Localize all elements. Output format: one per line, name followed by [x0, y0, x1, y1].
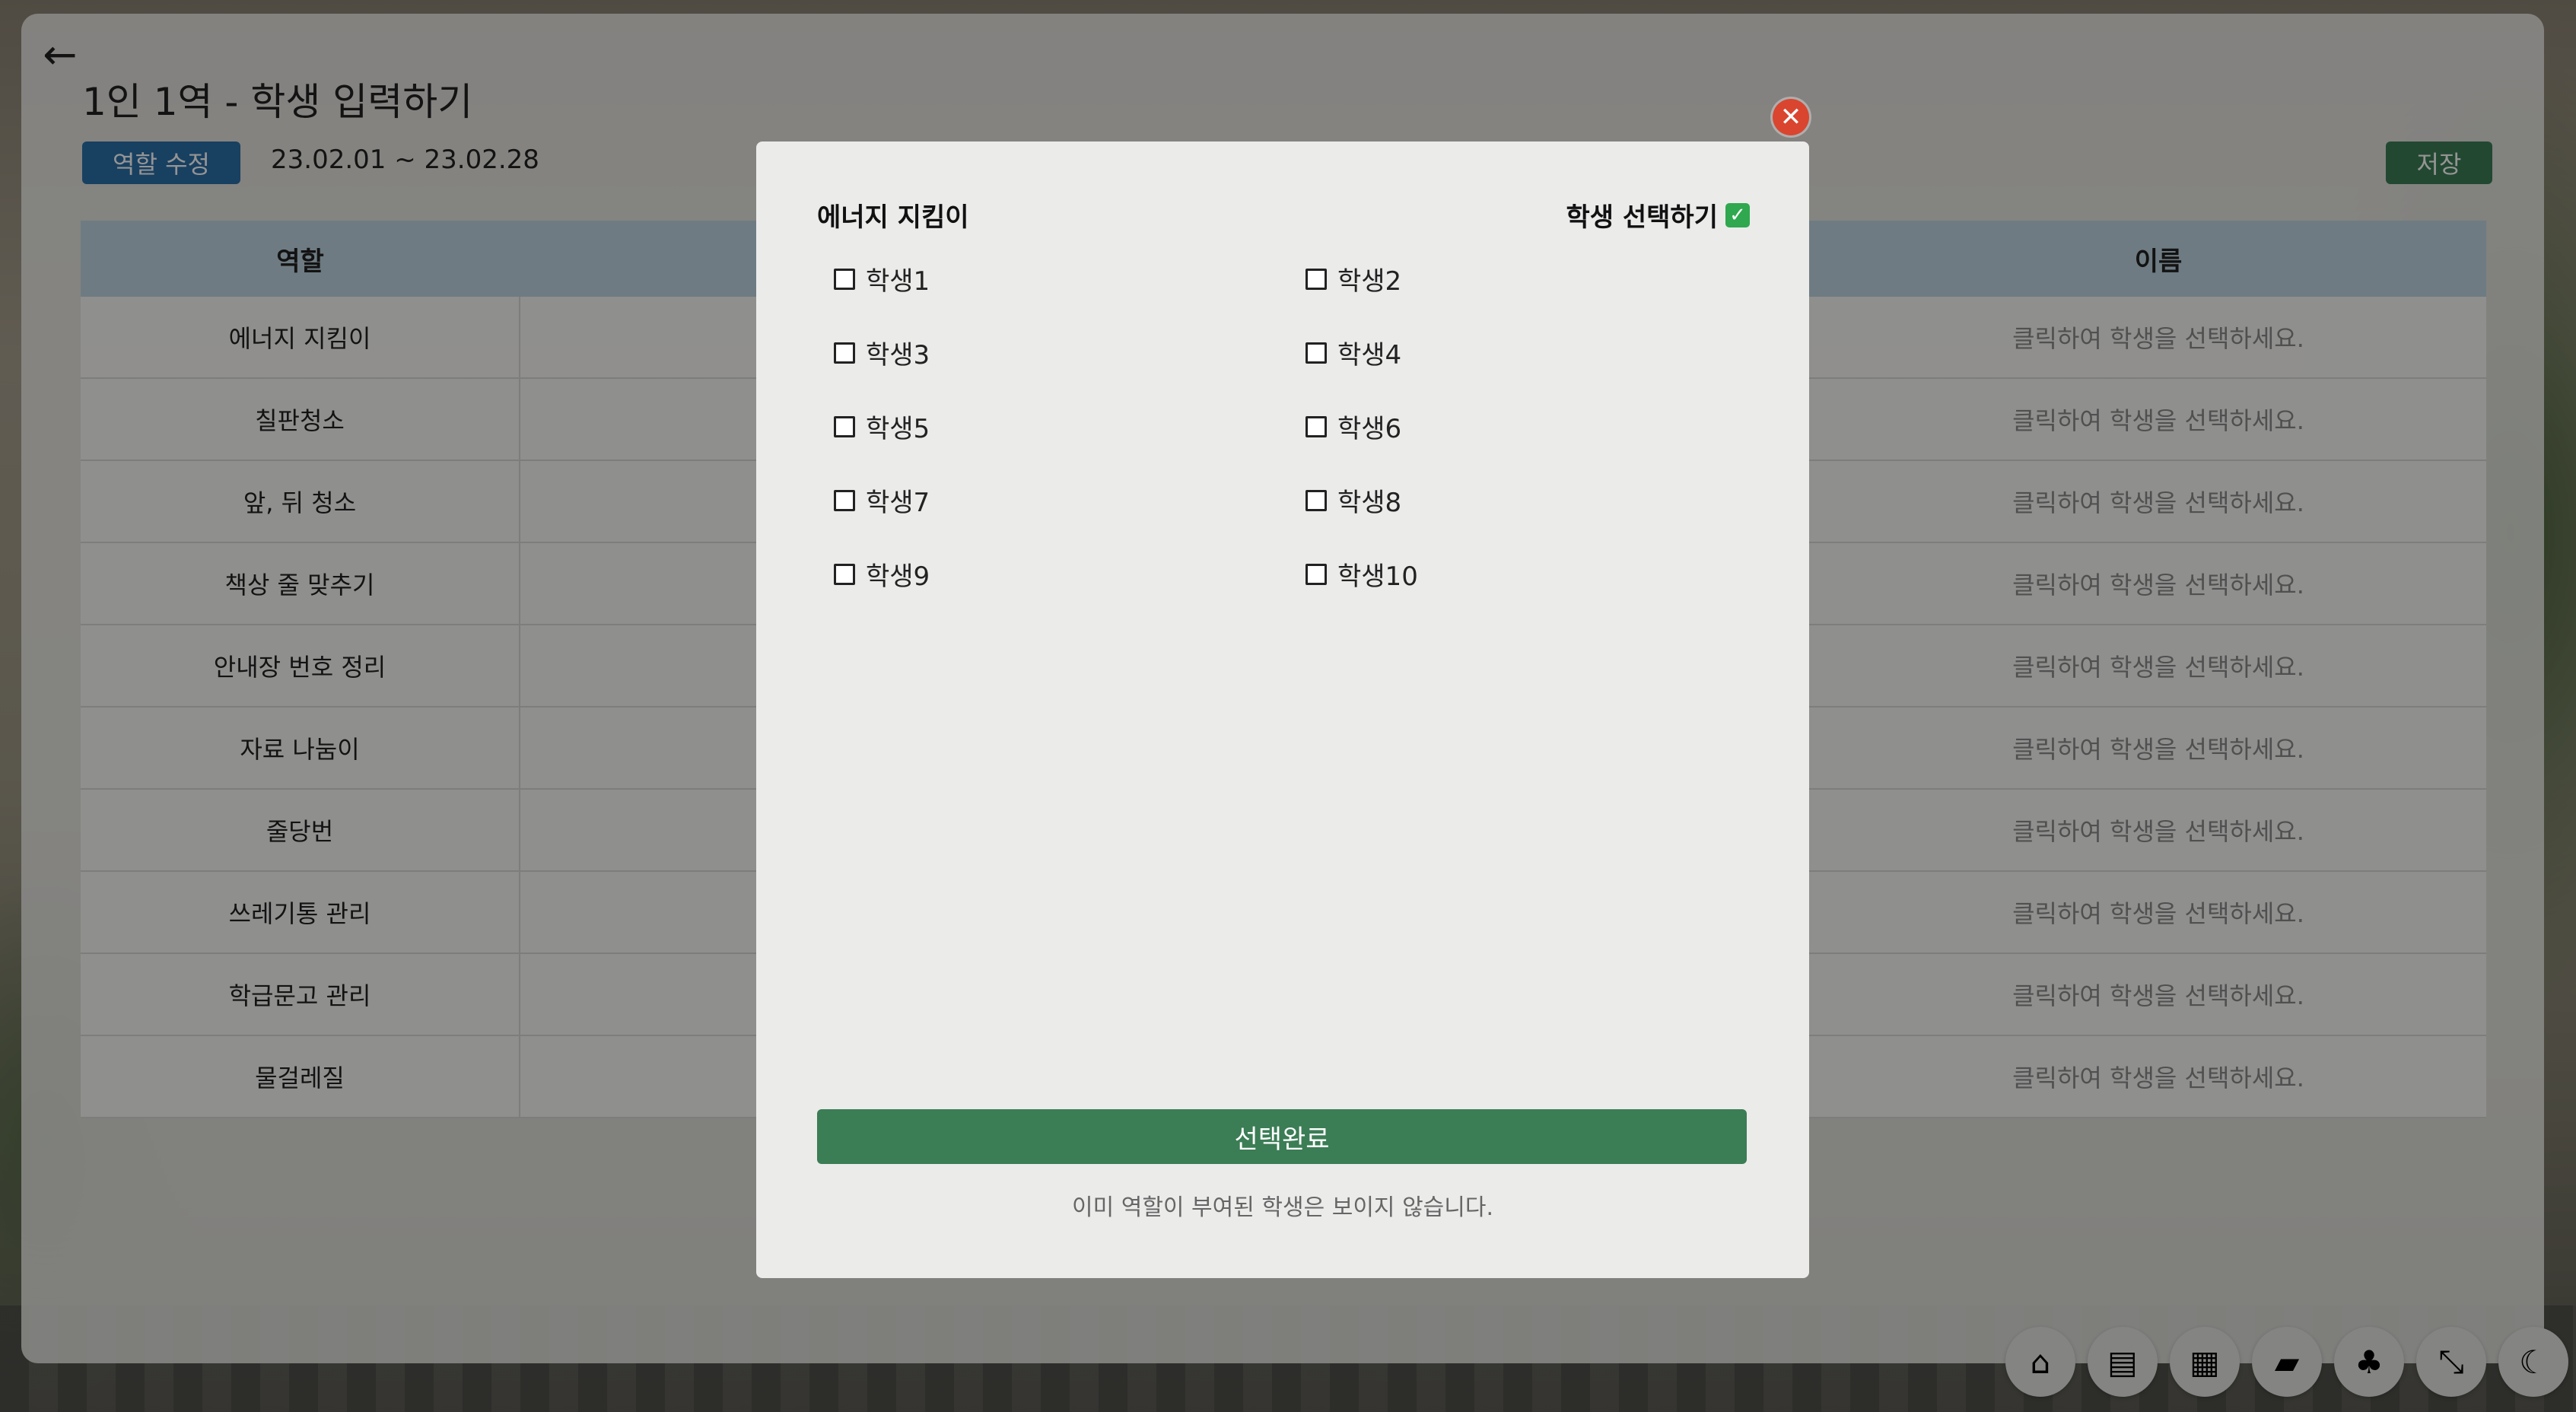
- checkbox[interactable]: [834, 415, 855, 437]
- student-label: 학생9: [866, 561, 930, 592]
- close-modal-icon[interactable]: ✕: [1773, 99, 1809, 135]
- student-checkbox-item[interactable]: 학생9: [834, 560, 1305, 592]
- student-label: 학생6: [1337, 414, 1402, 444]
- student-checkbox-item[interactable]: 학생2: [1305, 265, 1777, 297]
- student-checkbox-item[interactable]: 학생4: [1305, 339, 1777, 370]
- student-label: 학생2: [1337, 266, 1402, 297]
- student-checkbox-item[interactable]: 학생1: [834, 265, 1305, 297]
- student-checkbox-item[interactable]: 학생3: [834, 339, 1305, 370]
- student-label: 학생7: [866, 488, 930, 518]
- student-label: 학생1: [866, 266, 930, 297]
- student-checkbox-item[interactable]: 학생6: [1305, 412, 1777, 444]
- checkbox[interactable]: [1305, 563, 1327, 585]
- student-checkbox-item[interactable]: 학생7: [834, 486, 1305, 518]
- checkbox[interactable]: [1305, 415, 1327, 437]
- modal-note: 이미 역할이 부여된 학생은 보이지 않습니다.: [1071, 1194, 1494, 1221]
- checkbox[interactable]: [1305, 268, 1327, 290]
- check-mark-icon: ✓: [1725, 202, 1750, 227]
- checkbox[interactable]: [1305, 489, 1327, 511]
- modal-heading: 학생 선택하기 ✓: [1566, 196, 1750, 234]
- student-label: 학생3: [866, 340, 930, 370]
- student-label: 학생4: [1337, 340, 1402, 370]
- modal-heading-text: 학생 선택하기: [1566, 202, 1718, 233]
- modal-role-title: 에너지 지킴이: [817, 202, 969, 233]
- checkbox[interactable]: [834, 268, 855, 290]
- student-label: 학생10: [1337, 561, 1418, 592]
- checkbox[interactable]: [834, 489, 855, 511]
- student-list: 학생1 학생2 학생3 학생4 학생5 학생6 학생7 학생8 학생9 학생10: [834, 265, 1777, 592]
- student-checkbox-item[interactable]: 학생5: [834, 412, 1305, 444]
- checkbox[interactable]: [834, 342, 855, 364]
- student-select-modal: 에너지 지킴이 학생 선택하기 ✓ 학생1 학생2 학생3 학생4 학생5 학생6 학생7 학…: [756, 142, 1809, 1278]
- student-checkbox-item[interactable]: 학생10: [1305, 560, 1777, 592]
- checkbox[interactable]: [834, 563, 855, 585]
- student-checkbox-item[interactable]: 학생8: [1305, 486, 1777, 518]
- checkbox[interactable]: [1305, 342, 1327, 364]
- student-label: 학생8: [1337, 488, 1402, 518]
- select-done-button[interactable]: 선택완료: [817, 1109, 1747, 1164]
- student-label: 학생5: [866, 414, 930, 444]
